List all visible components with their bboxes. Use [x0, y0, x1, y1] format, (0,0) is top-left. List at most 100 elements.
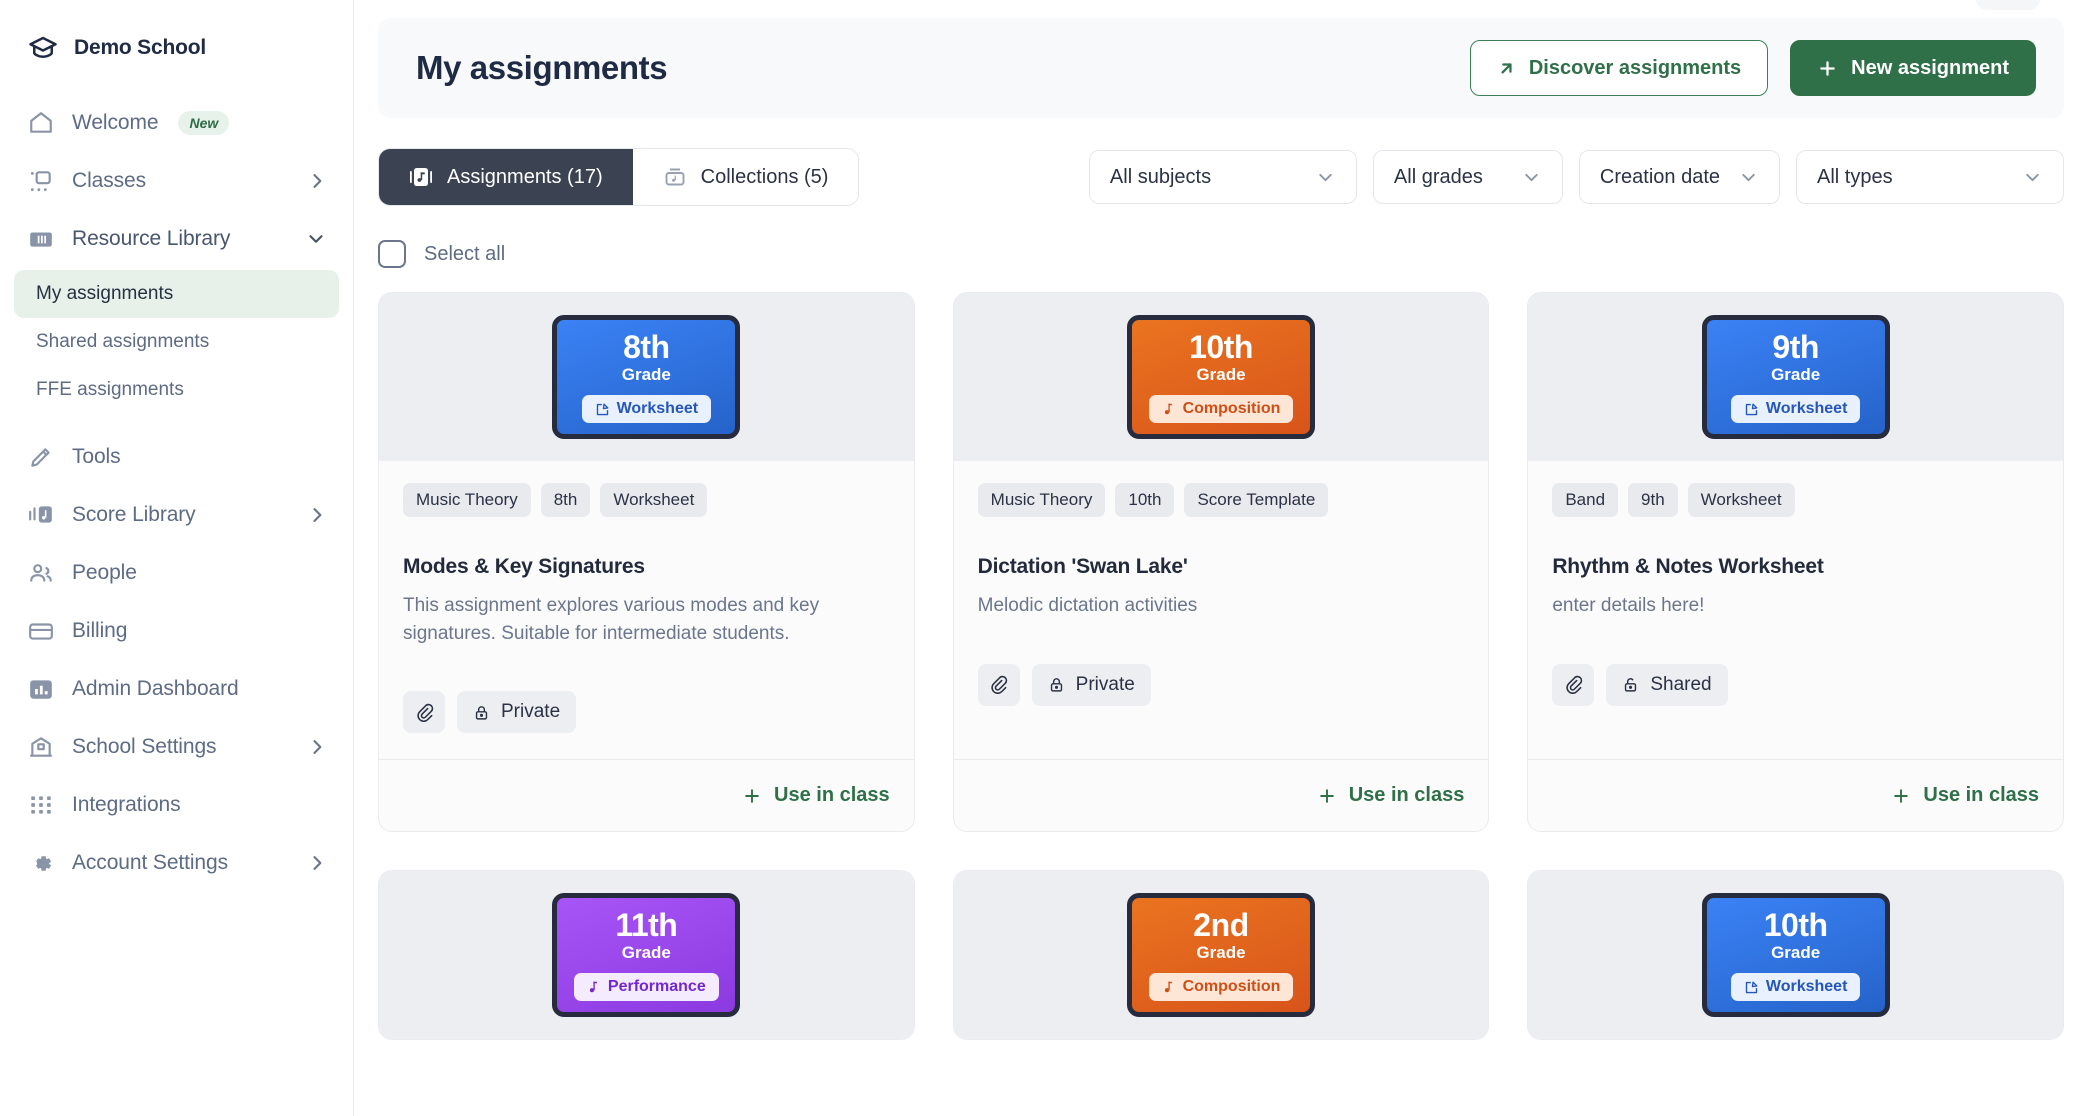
card-body: Music Theory 8th Worksheet Modes & Key S…: [379, 461, 914, 759]
tile-grade: 10th: [1763, 906, 1828, 943]
tag: Worksheet: [1687, 483, 1795, 517]
sidebar-nav: Welcome New Classes Resource Library My …: [14, 94, 339, 892]
card-body: Music Theory 10th Score Template Dictati…: [954, 461, 1489, 759]
new-badge: New: [178, 111, 230, 135]
tile-grade: 11th: [615, 906, 678, 943]
toolbar: Assignments (17) Collections (5) All sub…: [378, 148, 2064, 206]
use-in-class-button[interactable]: Use in class: [1317, 784, 1464, 807]
chevron-right-icon: [307, 737, 327, 757]
select-all-row: Select all: [378, 240, 2064, 268]
plus-icon: [1817, 58, 1838, 79]
header-actions: Discover assignments New assignment: [1469, 40, 2036, 96]
select-all-checkbox[interactable]: [378, 240, 406, 268]
card-description: This assignment explores various modes a…: [403, 595, 820, 644]
tile-grade-sub: Grade: [621, 942, 671, 962]
sidebar-item-people[interactable]: People: [14, 544, 339, 602]
chevron-down-icon: [305, 228, 327, 250]
assignment-card[interactable]: 2nd Grade Composition: [952, 870, 1490, 1041]
plus-icon: [742, 786, 762, 806]
sidebar-item-my-assignments[interactable]: My assignments: [14, 270, 339, 318]
tag: 9th: [1628, 483, 1678, 517]
tile-grade-sub: Grade: [1771, 942, 1821, 962]
sidebar-item-admin-dashboard[interactable]: Admin Dashboard: [14, 660, 339, 718]
sidebar-item-tools[interactable]: Tools: [14, 428, 339, 486]
card-description: enter details here!: [1552, 595, 1705, 616]
use-in-class-button[interactable]: Use in class: [742, 784, 890, 807]
use-in-class-label: Use in class: [774, 784, 890, 807]
sidebar-item-classes[interactable]: Classes: [14, 152, 339, 210]
sidebar-item-ffe-assignments[interactable]: FFE assignments: [14, 366, 339, 414]
lock-closed-icon: [473, 704, 490, 721]
paperclip-icon[interactable]: [1552, 663, 1595, 706]
sidebar-item-resource-library[interactable]: Resource Library: [14, 210, 339, 268]
filter-all-subjects[interactable]: All subjects: [1088, 150, 1357, 204]
sidebar-item-integrations[interactable]: Integrations: [14, 776, 339, 834]
score-icon: [28, 502, 54, 528]
status-badge: Shared: [1606, 663, 1728, 706]
grade-tile: 10th Grade Composition: [1126, 315, 1315, 439]
status-badge-label: Private: [501, 701, 561, 723]
sidebar-item-billing[interactable]: Billing: [14, 602, 339, 660]
graduation-cap-icon: [28, 33, 58, 63]
music-note-icon: [1162, 980, 1176, 994]
tile-grade-sub: Grade: [1196, 942, 1246, 962]
arrow-up-right-icon: [1497, 59, 1516, 78]
paperclip-icon[interactable]: [977, 663, 1020, 706]
discover-assignments-button[interactable]: Discover assignments: [1469, 40, 1769, 96]
worksheet-icon: [1744, 402, 1759, 417]
tile-type-chip: Composition: [1148, 395, 1294, 424]
people-icon: [28, 560, 54, 586]
assignment-card[interactable]: 9th Grade Worksheet Band 9th Worksheet R…: [1527, 292, 2064, 833]
sidebar-item-welcome[interactable]: Welcome New: [14, 94, 339, 152]
tile-chip-label: Composition: [1182, 400, 1281, 418]
new-assignment-button[interactable]: New assignment: [1790, 40, 2036, 96]
tile-grade: 10th: [1189, 328, 1253, 365]
tile-type-chip: Composition: [1148, 973, 1294, 1002]
tab-collections-label: Collections (5): [700, 165, 829, 188]
sidebar: Demo School Welcome New Classes Resource…: [0, 0, 354, 1116]
brand[interactable]: Demo School: [14, 0, 339, 70]
chevron-down-icon: [1521, 167, 1542, 188]
assignment-card[interactable]: 8th Grade Worksheet Music Theory 8th Wor…: [378, 292, 915, 833]
status-badge-label: Shared: [1650, 673, 1712, 695]
chevron-down-icon: [1315, 167, 1336, 188]
music-note-icon: [587, 980, 601, 994]
card-footer: Use in class: [1528, 759, 2063, 831]
tile-grade-sub: Grade: [1771, 364, 1821, 384]
card-thumbnail: 8th Grade Worksheet: [379, 293, 914, 461]
filter-creation-date[interactable]: Creation date: [1578, 150, 1780, 204]
assignment-card[interactable]: 10th Grade Composition Music Theory 10th…: [952, 292, 1490, 833]
card-body: Band 9th Worksheet Rhythm & Notes Worksh…: [1528, 461, 2063, 759]
grade-tile: 2nd Grade Composition: [1126, 893, 1315, 1018]
card-title: Rhythm & Notes Worksheet: [1552, 555, 1824, 578]
bar-chart-icon: [28, 676, 54, 702]
filter-all-types[interactable]: All types: [1796, 150, 2064, 204]
assignment-card[interactable]: 10th Grade Worksheet: [1527, 870, 2064, 1041]
sidebar-item-score-library[interactable]: Score Library: [14, 486, 339, 544]
tab-collections[interactable]: Collections (5): [632, 149, 859, 205]
filter-all-grades[interactable]: All grades: [1372, 150, 1563, 204]
sidebar-item-label: Integrations: [72, 793, 181, 816]
card-description: Melodic dictation activities: [977, 595, 1198, 616]
paperclip-icon[interactable]: [403, 691, 445, 734]
use-in-class-button[interactable]: Use in class: [1891, 784, 2039, 807]
assignment-card[interactable]: 11th Grade Performance: [378, 870, 915, 1041]
tab-assignments[interactable]: Assignments (17): [379, 149, 633, 205]
home-icon: [28, 110, 54, 136]
tile-chip-label: Performance: [607, 978, 706, 996]
sidebar-item-school-settings[interactable]: School Settings: [14, 718, 339, 776]
tag: Band: [1552, 483, 1619, 517]
card-meta: Shared: [1552, 663, 2039, 706]
sidebar-item-account-settings[interactable]: Account Settings: [14, 834, 339, 892]
plus-icon: [1891, 786, 1911, 806]
filter-all-types-label: All types: [1817, 165, 1893, 188]
select-all-label: Select all: [424, 242, 506, 265]
app-root: Demo School Welcome New Classes Resource…: [0, 0, 2088, 1116]
sidebar-subitem-label: My assignments: [36, 283, 174, 304]
sidebar-item-shared-assignments[interactable]: Shared assignments: [14, 318, 339, 366]
status-badge-label: Private: [1075, 673, 1135, 695]
grade-tile: 8th Grade Worksheet: [552, 315, 741, 439]
filter-creation-date-label: Creation date: [1599, 165, 1720, 188]
plus-icon: [1317, 786, 1337, 806]
tile-type-chip: Performance: [573, 973, 719, 1002]
